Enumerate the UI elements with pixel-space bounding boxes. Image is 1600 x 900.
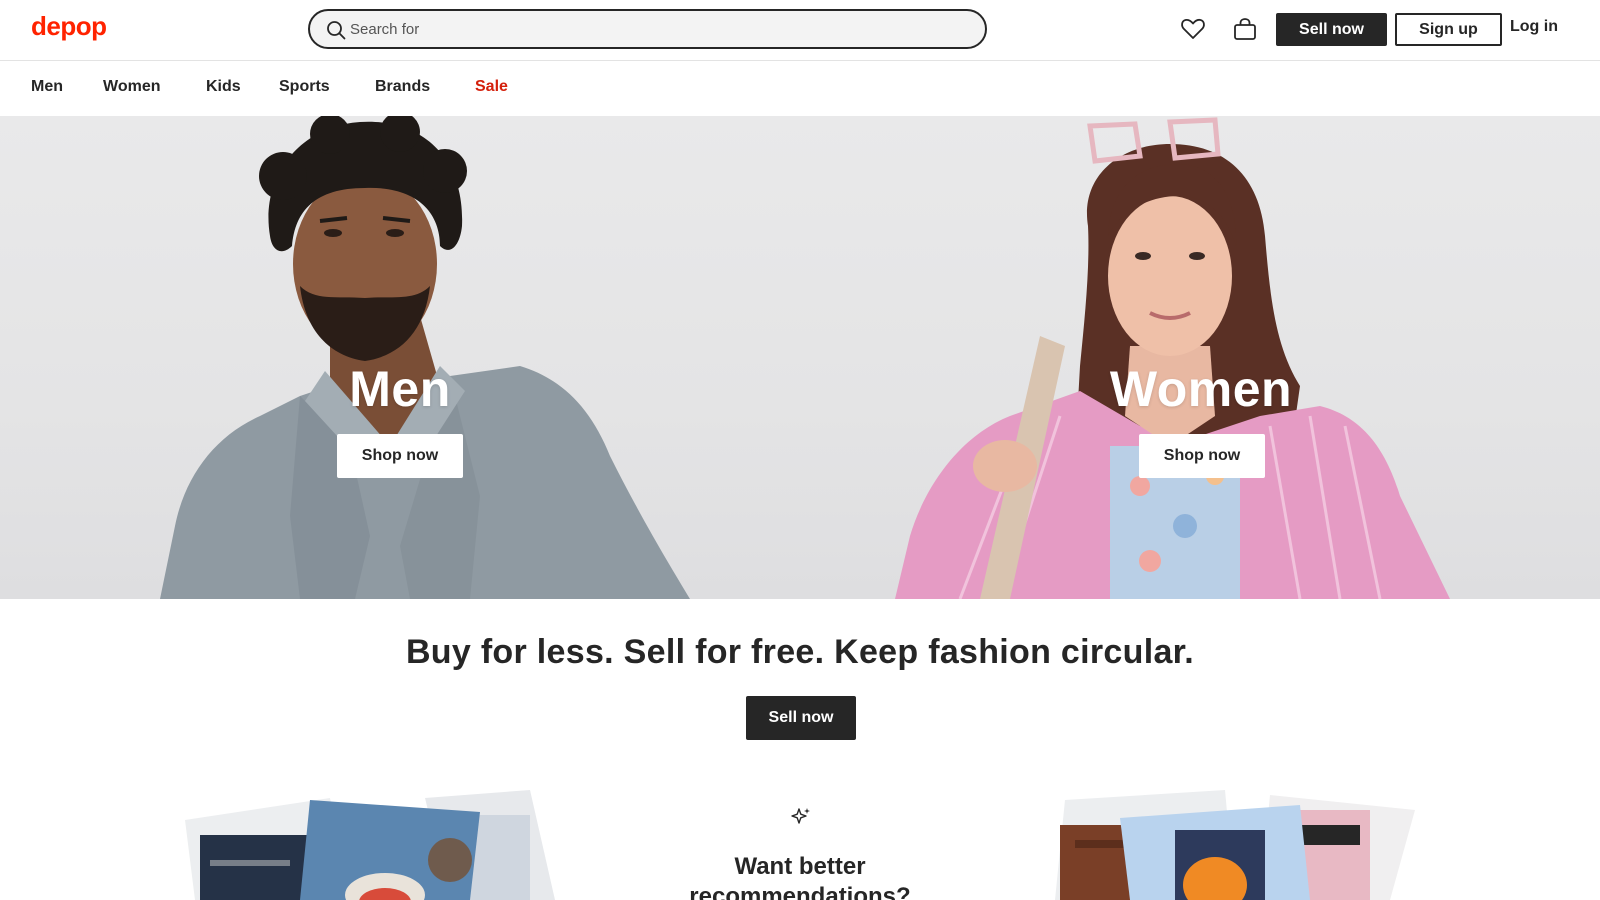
men-shop-now-button[interactable]: Shop now — [337, 434, 463, 478]
nav-item-women[interactable]: Women — [103, 78, 160, 96]
recommendations-heading-line2: recommendations? — [689, 883, 911, 900]
nav-item-sale[interactable]: Sale — [475, 78, 508, 96]
nav-item-men[interactable]: Men — [31, 78, 63, 96]
promo-tagline: Buy for less. Sell for free. Keep fashio… — [405, 633, 1195, 671]
left-product-collage — [185, 790, 555, 900]
search-icon — [327, 21, 346, 40]
women-hero-title: Women — [1109, 361, 1293, 417]
recommendations-heading: Want better recommendations? — [600, 852, 1000, 900]
nav-item-kids[interactable]: Kids — [206, 78, 241, 96]
sell-now-button[interactable]: Sell now — [1276, 13, 1387, 46]
hero-banner: Men Shop now Women Shop now — [0, 116, 1600, 599]
hero-models-illustration — [160, 116, 1450, 599]
category-nav: Men Women Kids Sports Brands Sale — [0, 62, 1600, 116]
women-shop-now-button[interactable]: Shop now — [1139, 434, 1265, 478]
right-product-collage — [1055, 790, 1415, 900]
log-in-link[interactable]: Log in — [1510, 18, 1558, 36]
sign-up-button[interactable]: Sign up — [1395, 13, 1502, 46]
nav-item-sports[interactable]: Sports — [279, 78, 330, 96]
heart-icon[interactable] — [1180, 16, 1206, 42]
men-model-image — [160, 116, 690, 599]
promo-sell-now-button[interactable]: Sell now — [746, 696, 856, 740]
sparkle-icon — [791, 808, 810, 824]
men-hero-title: Men — [349, 361, 451, 417]
search-input[interactable] — [350, 18, 950, 40]
bag-icon[interactable] — [1232, 16, 1258, 42]
depop-logo[interactable]: depop — [31, 11, 107, 42]
top-header: depop Sell now Sign up Log in — [0, 0, 1600, 61]
nav-item-brands[interactable]: Brands — [375, 78, 430, 96]
search-bar[interactable] — [308, 9, 987, 49]
recommendations-heading-line1: Want better — [734, 853, 866, 880]
